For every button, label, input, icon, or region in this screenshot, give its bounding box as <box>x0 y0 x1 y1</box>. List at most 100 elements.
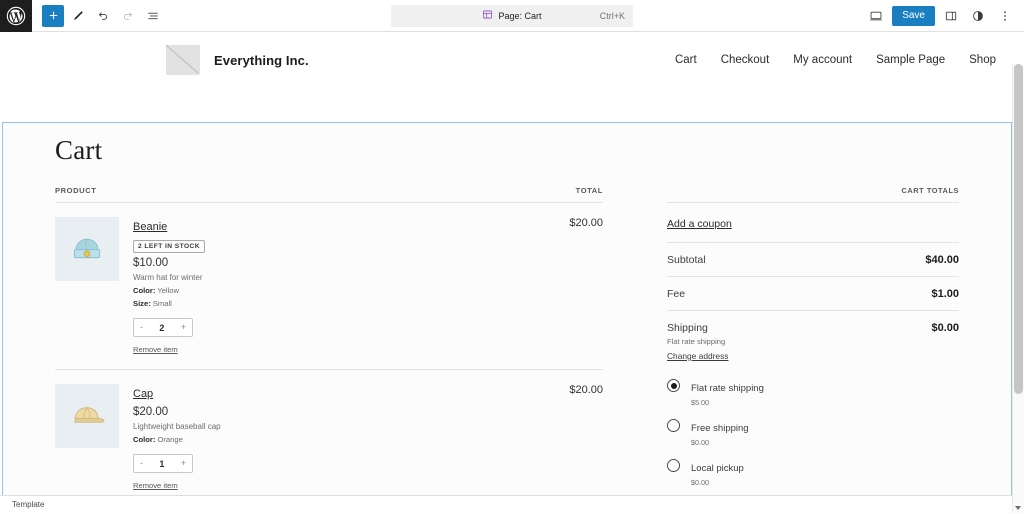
attribute-value: Orange <box>157 435 182 444</box>
shipping-options-list: Flat rate shipping $5.00 Free shipping $… <box>667 373 959 513</box>
fee-label: Fee <box>667 288 685 300</box>
shipping-option-free[interactable]: Free shipping $0.00 <box>667 413 959 453</box>
product-unit-price: $10.00 <box>133 257 559 269</box>
cart-totals-panel: CART TOTALS Add a coupon Subtotal $40.00… <box>603 186 959 513</box>
cart-items-table: PRODUCT TOTAL <box>55 186 603 513</box>
nav-item-sample-page[interactable]: Sample Page <box>876 54 945 66</box>
site-branding[interactable]: Everything Inc. <box>166 45 309 75</box>
fee-row: Fee $1.00 <box>667 277 959 311</box>
shipping-option-price: $0.00 <box>691 478 744 487</box>
attribute-label: Color: <box>133 435 155 444</box>
settings-sidebar-button[interactable] <box>940 5 962 27</box>
view-button[interactable] <box>865 5 887 27</box>
quantity-decrement-button[interactable]: - <box>140 323 143 332</box>
nav-item-cart[interactable]: Cart <box>675 54 697 66</box>
editor-right-tools: Save <box>865 5 1024 27</box>
product-attribute: Color: Yellow <box>133 286 559 295</box>
remove-item-link[interactable]: Remove item <box>133 481 178 490</box>
change-address-link[interactable]: Change address <box>667 351 728 361</box>
shipping-option-price: $5.00 <box>691 398 764 407</box>
template-block-frame[interactable]: Cart PRODUCT TOTAL <box>2 122 1012 513</box>
product-thumbnail[interactable] <box>55 217 119 281</box>
save-button[interactable]: Save <box>892 6 935 26</box>
options-button[interactable] <box>994 5 1016 27</box>
stock-status-badge: 2 LEFT IN STOCK <box>133 240 205 253</box>
page-title: Cart <box>55 137 959 164</box>
canvas-scrollbar[interactable] <box>1012 64 1024 513</box>
cart-item-row: Beanie 2 LEFT IN STOCK $10.00 Warm hat f… <box>55 203 603 370</box>
nav-item-shop[interactable]: Shop <box>969 54 996 66</box>
nav-item-checkout[interactable]: Checkout <box>721 54 770 66</box>
shipping-option-label: Flat rate shipping <box>691 383 764 394</box>
wordpress-logo-button[interactable] <box>0 0 32 32</box>
shipping-method-name: Flat rate shipping <box>667 337 959 346</box>
editor-canvas: Everything Inc. Cart Checkout My account… <box>0 32 1024 513</box>
quantity-stepper[interactable]: - 2 + <box>133 318 193 337</box>
scroll-down-arrow-icon[interactable] <box>1015 506 1021 510</box>
site-navigation: Cart Checkout My account Sample Page Sho… <box>675 54 996 66</box>
attribute-value: Small <box>153 299 172 308</box>
document-overview-button[interactable] <box>142 5 164 27</box>
product-name-link[interactable]: Beanie <box>133 221 167 233</box>
attribute-label: Color: <box>133 286 155 295</box>
undo-button[interactable] <box>92 5 114 27</box>
product-unit-price: $20.00 <box>133 406 559 418</box>
site-header: Everything Inc. Cart Checkout My account… <box>0 32 1024 88</box>
subtotal-label: Subtotal <box>667 254 706 266</box>
styles-button[interactable] <box>967 5 989 27</box>
document-title: Page: Cart <box>498 11 541 21</box>
redo-button[interactable] <box>117 5 139 27</box>
shipping-option-local-pickup-1[interactable]: Local pickup $0.00 <box>667 453 959 493</box>
quantity-decrement-button[interactable]: - <box>140 459 143 468</box>
radio-icon[interactable] <box>667 379 680 392</box>
attribute-value: Yellow <box>157 286 179 295</box>
line-item-total: $20.00 <box>559 217 603 357</box>
command-center-button[interactable]: Page: Cart Ctrl+K <box>391 5 633 27</box>
quantity-value: 1 <box>159 459 164 469</box>
shipping-option-label: Free shipping <box>691 423 749 434</box>
radio-icon[interactable] <box>667 419 680 432</box>
wordpress-logo-icon <box>6 6 26 26</box>
scrollbar-thumb[interactable] <box>1014 64 1023 394</box>
product-attribute: Color: Orange <box>133 435 559 444</box>
status-bar-label: Template <box>12 500 44 509</box>
remove-item-link[interactable]: Remove item <box>133 345 178 354</box>
add-coupon-link[interactable]: Add a coupon <box>667 218 732 230</box>
subtotal-row: Subtotal $40.00 <box>667 243 959 277</box>
editor-top-bar: Page: Cart Ctrl+K Save <box>0 0 1024 32</box>
shipping-block: Shipping $0.00 Flat rate shipping Change… <box>667 311 959 513</box>
attribute-label: Size: <box>133 299 151 308</box>
editor-tools-group <box>32 5 164 27</box>
site-logo-placeholder-icon <box>166 45 200 75</box>
page-icon <box>482 9 493 22</box>
shipping-label: Shipping <box>667 322 708 334</box>
coupon-row: Add a coupon <box>667 203 959 243</box>
product-attribute: Size: Small <box>133 299 559 308</box>
cart-item-row: Cap $20.00 Lightweight baseball cap Colo… <box>55 370 603 506</box>
column-header-total: TOTAL <box>576 186 603 195</box>
quantity-increment-button[interactable]: + <box>181 459 186 468</box>
subtotal-value: $40.00 <box>925 254 959 266</box>
edit-tool-button[interactable] <box>67 5 89 27</box>
shipping-option-label: Local pickup <box>691 463 744 474</box>
shipping-option-price: $0.00 <box>691 438 749 447</box>
product-name-link[interactable]: Cap <box>133 388 153 400</box>
cart-table-header: PRODUCT TOTAL <box>55 186 603 203</box>
editor-status-bar: Template <box>0 495 1024 513</box>
command-shortcut: Ctrl+K <box>600 11 625 21</box>
quantity-increment-button[interactable]: + <box>181 323 186 332</box>
add-block-button[interactable] <box>42 5 64 27</box>
product-description: Lightweight baseball cap <box>133 422 559 431</box>
nav-item-my-account[interactable]: My account <box>793 54 852 66</box>
shipping-option-flat-rate[interactable]: Flat rate shipping $5.00 <box>667 373 959 413</box>
beanie-image-icon <box>68 228 106 271</box>
cap-image-icon <box>68 395 106 438</box>
cart-totals-heading: CART TOTALS <box>667 186 959 203</box>
fee-value: $1.00 <box>931 288 959 300</box>
product-description: Warm hat for winter <box>133 273 559 282</box>
radio-icon[interactable] <box>667 459 680 472</box>
site-title: Everything Inc. <box>214 53 309 68</box>
quantity-stepper[interactable]: - 1 + <box>133 454 193 473</box>
line-item-total: $20.00 <box>559 384 603 493</box>
product-thumbnail[interactable] <box>55 384 119 448</box>
